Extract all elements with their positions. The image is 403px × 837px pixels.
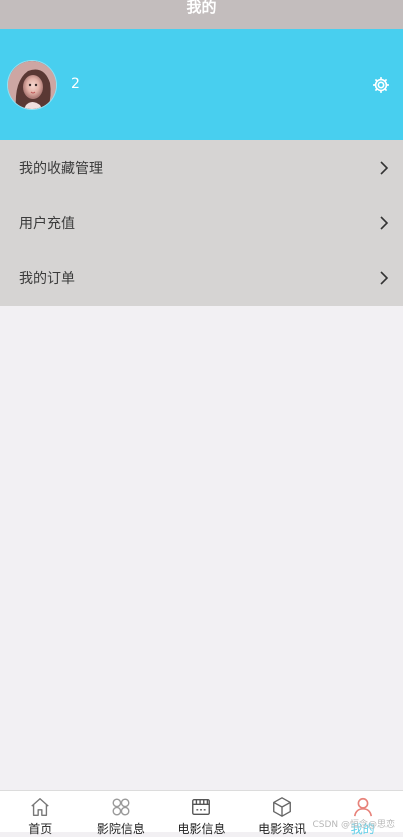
gear-icon[interactable] bbox=[371, 75, 391, 95]
user-icon bbox=[353, 797, 372, 817]
news-icon bbox=[273, 797, 292, 817]
chevron-right-icon bbox=[380, 160, 389, 175]
bottom-tab-bar: 首页 影院信息 电影信息 电影资讯 我的 CSDN @恒念@思恋 bbox=[0, 790, 403, 836]
tab-label: 电影资讯 bbox=[258, 822, 307, 836]
username: 2 bbox=[71, 76, 80, 92]
tab-home[interactable]: 首页 bbox=[0, 791, 81, 836]
page-title: 我的 bbox=[186, 0, 217, 16]
menu-item-label: 我的收藏管理 bbox=[19, 160, 103, 177]
menu-item-label: 我的订单 bbox=[19, 270, 75, 287]
film-icon bbox=[192, 798, 211, 816]
avatar[interactable] bbox=[8, 61, 56, 109]
profile-banner: 2 bbox=[0, 29, 403, 140]
tab-cinema[interactable]: 影院信息 bbox=[81, 791, 162, 836]
menu-item-favorites[interactable]: 我的收藏管理 bbox=[0, 140, 403, 195]
tab-label: 首页 bbox=[28, 822, 53, 836]
tab-label: 电影信息 bbox=[177, 822, 226, 836]
tab-label: 影院信息 bbox=[96, 822, 145, 836]
avatar-image bbox=[8, 61, 56, 109]
cinema-icon bbox=[112, 798, 130, 816]
menu-item-orders[interactable]: 我的订单 bbox=[0, 250, 403, 305]
menu-item-recharge[interactable]: 用户充值 bbox=[0, 195, 403, 250]
chevron-right-icon bbox=[380, 270, 389, 285]
chevron-right-icon bbox=[380, 215, 389, 230]
tab-news[interactable]: 电影资讯 bbox=[242, 791, 323, 836]
home-icon bbox=[31, 798, 50, 816]
page-header: 我的 bbox=[0, 0, 403, 29]
menu-list: 我的收藏管理 用户充值 我的订单 bbox=[0, 140, 403, 306]
menu-item-label: 用户充值 bbox=[19, 215, 75, 232]
tab-film[interactable]: 电影信息 bbox=[161, 791, 242, 836]
watermark: CSDN @恒念@思恋 bbox=[312, 820, 395, 830]
